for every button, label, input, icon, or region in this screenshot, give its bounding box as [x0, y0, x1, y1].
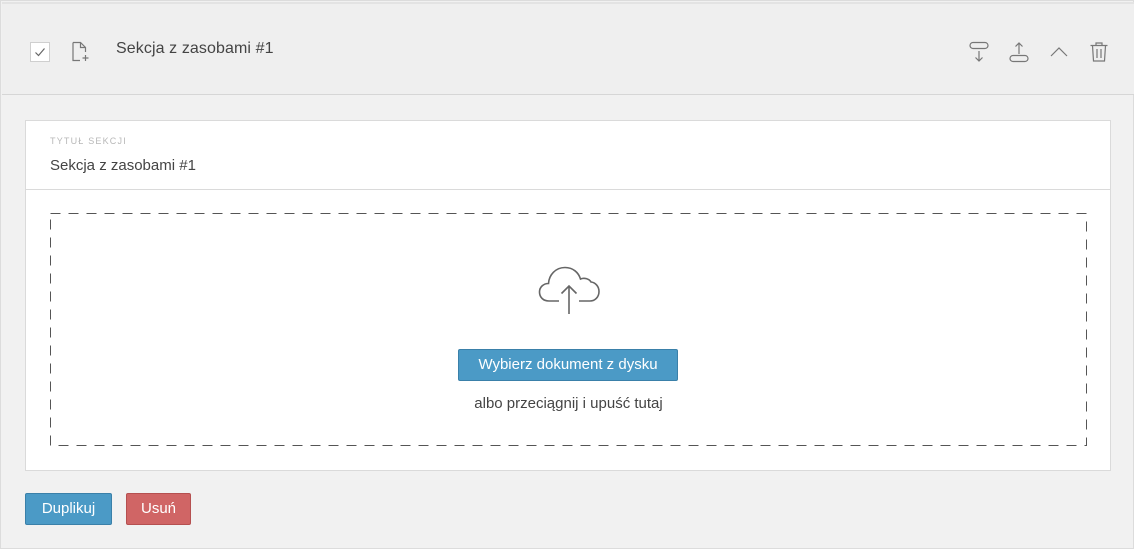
move-up-icon[interactable]	[1007, 40, 1031, 64]
cloud-upload-icon	[537, 263, 601, 320]
delete-button[interactable]: Usuń	[126, 493, 191, 525]
divider	[26, 189, 1110, 190]
section-form-card: TYTUŁ SEKCJI Wybierz dokument z dysku al…	[25, 120, 1111, 471]
duplicate-button[interactable]: Duplikuj	[25, 493, 112, 525]
section-title-input[interactable]	[50, 157, 1080, 174]
choose-file-button[interactable]: Wybierz dokument z dysku	[458, 349, 678, 381]
collapse-icon[interactable]	[1047, 40, 1071, 64]
move-down-icon[interactable]	[967, 40, 991, 64]
section-header-title: Sekcja z zasobami #1	[116, 40, 274, 57]
check-icon	[35, 48, 45, 57]
select-checkbox[interactable]	[30, 42, 50, 62]
drop-hint-text: albo przeciągnij i upuść tutaj	[474, 395, 663, 412]
section-header: Sekcja z zasobami #1	[2, 2, 1134, 95]
section-title-label: TYTUŁ SEKCJI	[50, 136, 127, 146]
section-panel: Sekcja z zasobami #1 TYTUŁ SEKCJI Sekcja…	[0, 0, 1134, 549]
file-add-icon	[70, 40, 92, 69]
trash-icon[interactable]	[1087, 40, 1111, 64]
